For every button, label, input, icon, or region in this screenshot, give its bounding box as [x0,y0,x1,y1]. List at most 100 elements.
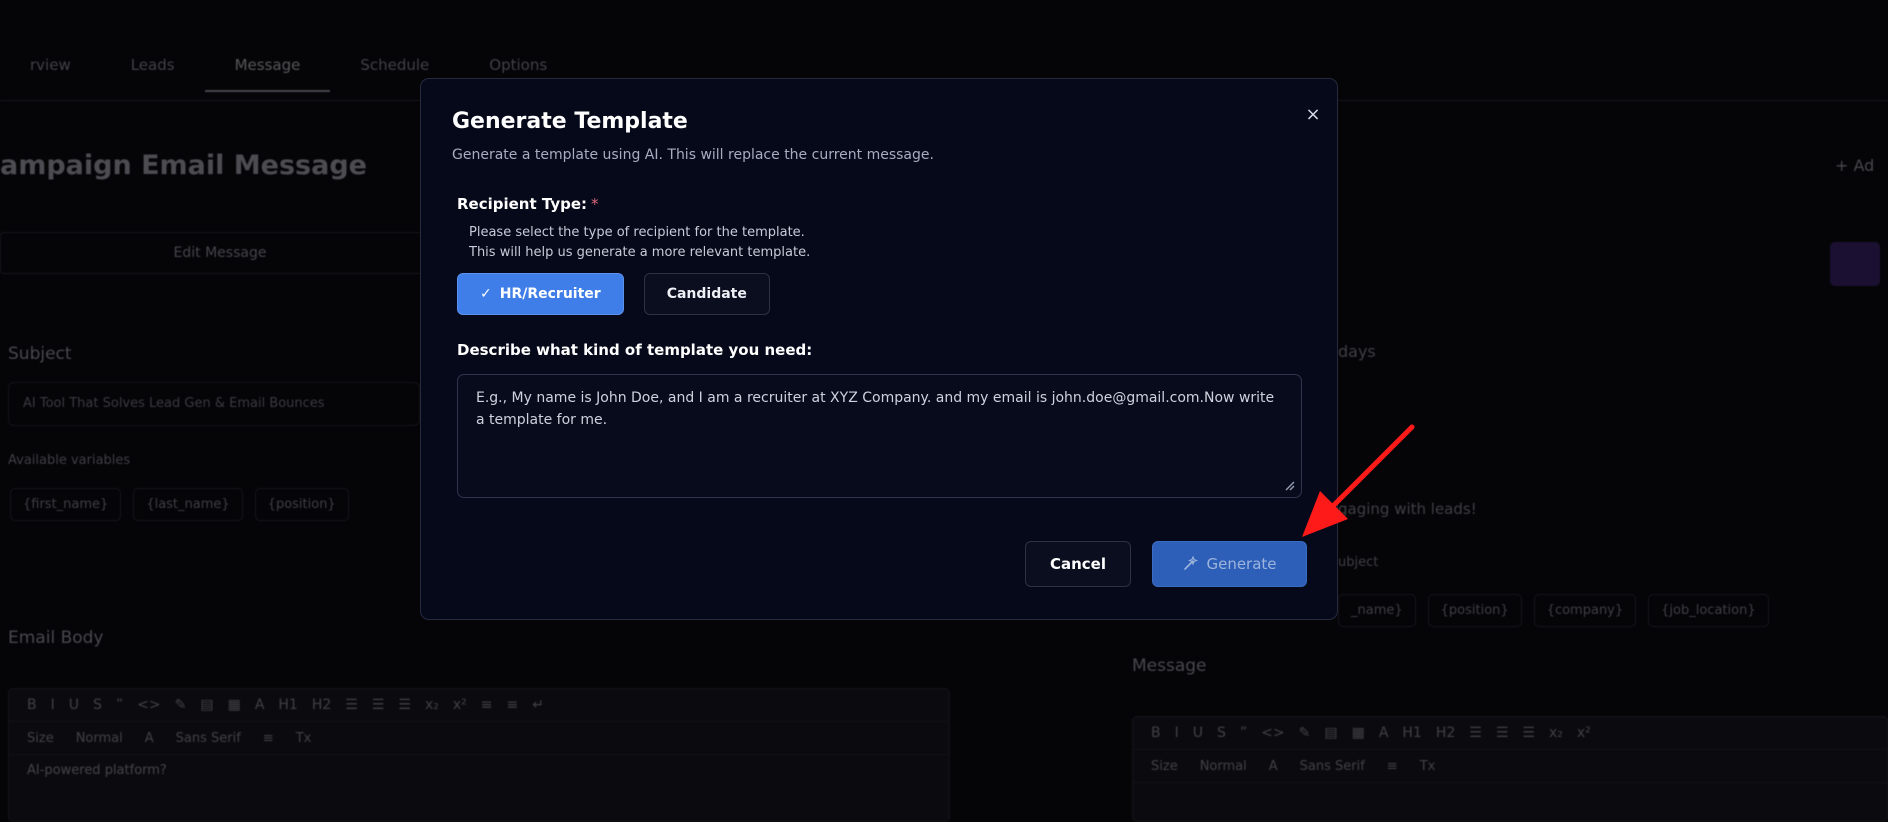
describe-template-label: Describe what kind of template you need: [457,341,813,359]
list-icon[interactable]: ☰ [345,697,358,713]
bold-icon[interactable]: B [27,697,37,713]
email-body-editor[interactable]: B I U S ” <> ✎ ▤ ▦ A H1 H2 ☰ ☰ ☰ x₂ x² ≡… [8,688,950,822]
email-body-text[interactable]: AI-powered platform? [9,755,949,786]
h2-icon[interactable]: H2 [312,697,331,713]
variable-chip[interactable]: {last_name} [133,488,243,521]
subscript-icon[interactable]: x₂ [425,697,439,713]
code-icon[interactable]: <> [1261,725,1284,741]
tab-leads[interactable]: Leads [101,52,205,92]
strike-icon[interactable]: S [93,697,102,713]
clear-format-icon[interactable]: Tx [296,731,312,746]
editor-toolbar: B I U S ” <> ✎ ▤ ▦ A H1 H2 ☰ ☰ ☰ x₂ x² ≡… [9,689,949,722]
table-icon[interactable]: ▦ [228,697,241,713]
recipient-type-help: Please select the type of recipient for … [469,223,810,263]
text-color-icon[interactable]: A [1269,759,1278,774]
subscript-icon[interactable]: x₂ [1549,725,1563,741]
pen-icon[interactable]: ✎ [1299,725,1311,741]
clear-format-icon[interactable]: Tx [1420,759,1436,774]
generate-button[interactable]: Generate [1152,541,1307,587]
image-icon[interactable]: ▤ [1324,725,1337,741]
hr-recruiter-option[interactable]: ✓ HR/Recruiter [457,273,624,315]
italic-icon[interactable]: I [1175,725,1179,741]
add-button[interactable]: + Ad [1835,156,1874,175]
variable-chip[interactable]: {position} [1427,594,1522,627]
generate-template-modal: Generate Template Generate a template us… [420,78,1338,620]
template-description-placeholder: E.g., My name is John Doe, and I am a re… [476,390,1275,428]
option-label: HR/Recruiter [499,286,601,302]
image-icon[interactable]: ▤ [200,697,213,713]
edit-icon-button[interactable] [1830,242,1880,286]
days-label: days [1338,342,1376,361]
align-icon[interactable]: ≡ [263,731,274,746]
variable-chip[interactable]: {job_location} [1648,594,1769,627]
underline-icon[interactable]: U [1193,725,1203,741]
quote-icon[interactable]: ” [116,697,123,713]
required-marker: * [591,195,599,213]
size-select[interactable]: Size [27,731,54,746]
outdent-icon[interactable]: ≡ [507,697,519,713]
annotation-arrow-icon [1302,424,1415,537]
generate-label: Generate [1206,555,1277,573]
email-body-label: Email Body [8,628,104,648]
underline-icon[interactable]: U [69,697,79,713]
h2-icon[interactable]: H2 [1436,725,1455,741]
list-icon[interactable]: ☰ [398,697,411,713]
available-variables-label: Available variables [8,453,131,468]
close-icon[interactable]: × [1301,103,1325,127]
recipient-help-line-1: Please select the type of recipient for … [469,225,805,240]
check-icon: ✓ [480,286,492,302]
superscript-icon[interactable]: x² [1577,725,1591,741]
message-label: Message [1132,656,1207,676]
modal-title: Generate Template [452,109,688,134]
font-select[interactable]: Sans Serif [1300,759,1365,774]
pen-icon[interactable]: ✎ [175,697,187,713]
strike-icon[interactable]: S [1217,725,1226,741]
text-color-icon[interactable]: A [145,731,154,746]
template-description-input[interactable]: E.g., My name is John Doe, and I am a re… [457,374,1302,498]
heading-select[interactable]: Normal [1200,759,1247,774]
list-icon[interactable]: ☰ [1522,725,1535,741]
tab-message[interactable]: Message [204,52,331,92]
variable-chip[interactable]: {first_name} [10,488,122,521]
candidate-option[interactable]: Candidate [643,273,770,315]
list-icon[interactable]: ☰ [1469,725,1482,741]
font-select[interactable]: Sans Serif [176,731,241,746]
option-label: Candidate [666,286,747,302]
italic-icon[interactable]: I [51,697,55,713]
followup-subject-label: ubject [1338,555,1379,570]
size-select[interactable]: Size [1151,759,1178,774]
font-color-icon[interactable]: A [1379,725,1389,741]
variable-chip[interactable]: {position} [254,488,349,521]
bold-icon[interactable]: B [1151,725,1161,741]
align-icon[interactable]: ≡ [1387,759,1398,774]
return-icon[interactable]: ↵ [532,697,544,713]
editor-toolbar: B I U S ” <> ✎ ▤ ▦ A H1 H2 ☰ ☰ ☰ x₂ x² [1133,717,1887,750]
h1-icon[interactable]: H1 [1402,725,1421,741]
variable-chip[interactable]: _name} [1338,594,1416,627]
recipient-help-line-2: This will help us generate a more releva… [469,245,811,260]
font-color-icon[interactable]: A [255,697,265,713]
subject-label: Subject [8,344,72,364]
followup-message-editor[interactable]: B I U S ” <> ✎ ▤ ▦ A H1 H2 ☰ ☰ ☰ x₂ x² S… [1132,716,1888,822]
quote-icon[interactable]: ” [1240,725,1247,741]
heading-select[interactable]: Normal [76,731,123,746]
recipient-type-text: Recipient Type: [457,195,588,213]
recipient-type-label: Recipient Type: * [457,195,599,213]
cancel-button[interactable]: Cancel [1025,541,1131,587]
superscript-icon[interactable]: x² [453,697,467,713]
modal-subtitle: Generate a template using AI. This will … [452,147,934,163]
code-icon[interactable]: <> [137,697,160,713]
variable-chip[interactable]: {company} [1533,594,1637,627]
editor-toolbar-row2: Size Normal A Sans Serif ≡ Tx [1133,750,1887,783]
list-icon[interactable]: ☰ [372,697,385,713]
right-variable-chips: _name} {position} {company} {job_locatio… [1338,594,1769,627]
subject-input[interactable]: AI Tool That Solves Lead Gen & Email Bou… [8,382,420,426]
editor-toolbar-row2: Size Normal A Sans Serif ≡ Tx [9,722,949,755]
app-page: rview Leads Message Schedule Options amp… [0,0,1888,822]
table-icon[interactable]: ▦ [1352,725,1365,741]
h1-icon[interactable]: H1 [278,697,297,713]
indent-icon[interactable]: ≡ [481,697,493,713]
edit-message-tab[interactable]: Edit Message [0,232,440,274]
tab-overview[interactable]: rview [0,52,101,92]
list-icon[interactable]: ☰ [1496,725,1509,741]
